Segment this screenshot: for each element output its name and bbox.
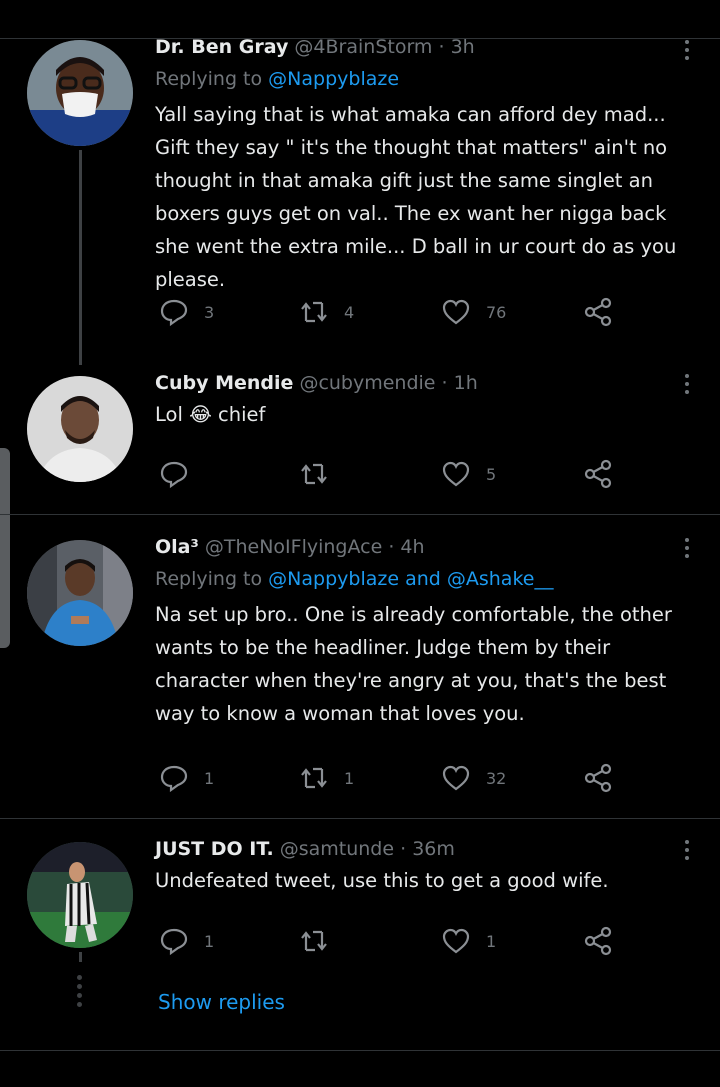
- display-name[interactable]: JUST DO IT.: [155, 838, 274, 860]
- thread-continuation-dots: [77, 975, 83, 1011]
- action-bar: 3 4 76: [158, 294, 628, 330]
- tweet-text: Na set up bro.. One is already comfortab…: [155, 603, 672, 725]
- retweet-icon: [301, 930, 327, 952]
- separator-dot: ·: [438, 36, 445, 58]
- mention-link[interactable]: @Nappyblaze and @Ashake__: [268, 568, 553, 590]
- handle[interactable]: @samtunde: [280, 838, 394, 860]
- retweet-icon: [301, 301, 327, 323]
- reply-button[interactable]: 3: [158, 294, 214, 330]
- share-button[interactable]: [582, 456, 614, 492]
- reply-icon: [160, 461, 188, 489]
- like-count: 76: [486, 302, 507, 322]
- timestamp[interactable]: 4h: [400, 536, 424, 558]
- like-count: 5: [486, 464, 497, 484]
- like-icon: [442, 928, 470, 954]
- action-bar: 1 1: [158, 923, 628, 959]
- more-icon[interactable]: [684, 40, 690, 60]
- retweet-icon: [301, 463, 327, 485]
- show-replies-link[interactable]: Show replies: [158, 990, 285, 1014]
- share-icon: [584, 926, 612, 956]
- like-button[interactable]: 32: [440, 760, 506, 796]
- tweet-header: Dr. Ben Gray @4BrainStorm · 3h: [155, 36, 690, 58]
- separator-dot: ·: [400, 838, 407, 860]
- like-icon: [442, 299, 470, 325]
- share-icon: [584, 459, 612, 489]
- tweet-text: Lol 😂 chief: [155, 403, 266, 426]
- like-icon: [442, 461, 470, 487]
- reply-count: 1: [204, 931, 215, 951]
- reply-count: 3: [204, 302, 215, 322]
- tweet-divider: [0, 1050, 720, 1051]
- avatar[interactable]: [27, 40, 133, 146]
- reply-button[interactable]: 1: [158, 760, 214, 796]
- share-button[interactable]: [582, 294, 614, 330]
- replying-to: Replying to @Nappyblaze and @Ashake__: [155, 568, 690, 590]
- retweet-count: 1: [344, 768, 355, 788]
- edge-scroll-handle[interactable]: [0, 448, 10, 648]
- reply-count: 1: [204, 768, 215, 788]
- separator-dot: ·: [441, 372, 448, 394]
- reply-icon: [160, 765, 188, 793]
- action-bar: 5: [158, 456, 628, 492]
- thread-line: [79, 150, 82, 365]
- timestamp[interactable]: 3h: [451, 36, 475, 58]
- display-name[interactable]: Ola³: [155, 536, 199, 558]
- retweet-button[interactable]: [298, 456, 344, 492]
- retweet-button[interactable]: [298, 923, 344, 959]
- display-name[interactable]: Cuby Mendie: [155, 372, 293, 394]
- more-icon[interactable]: [684, 374, 690, 394]
- retweet-button[interactable]: 4: [298, 294, 354, 330]
- tweet-divider: [0, 514, 720, 515]
- reply-icon: [160, 928, 188, 956]
- avatar[interactable]: [27, 540, 133, 646]
- share-icon: [584, 297, 612, 327]
- replying-label: Replying to: [155, 568, 263, 590]
- more-icon[interactable]: [684, 538, 690, 558]
- replying-to: Replying to @Nappyblaze: [155, 68, 690, 90]
- share-button[interactable]: [582, 760, 614, 796]
- like-icon: [442, 765, 470, 791]
- retweet-icon: [301, 767, 327, 789]
- mention-link[interactable]: @Nappyblaze: [268, 68, 399, 90]
- avatar[interactable]: [27, 842, 133, 948]
- like-button[interactable]: 76: [440, 294, 506, 330]
- like-button[interactable]: 1: [440, 923, 496, 959]
- reply-icon: [160, 299, 188, 327]
- avatar[interactable]: [27, 376, 133, 482]
- like-count: 32: [486, 768, 507, 788]
- replying-label: Replying to: [155, 68, 263, 90]
- tweet-text: Yall saying that is what amaka can affor…: [155, 103, 677, 291]
- handle[interactable]: @TheNoIFlyingAce: [205, 536, 382, 558]
- display-name[interactable]: Dr. Ben Gray: [155, 36, 288, 58]
- timestamp[interactable]: 36m: [412, 838, 455, 860]
- separator-dot: ·: [388, 536, 395, 558]
- thread-line: [79, 952, 82, 962]
- like-count: 1: [486, 931, 497, 951]
- tweet-header: Ola³ @TheNoIFlyingAce · 4h: [155, 536, 690, 558]
- tweet-divider: [0, 818, 720, 819]
- reply-button[interactable]: 1: [158, 923, 214, 959]
- share-icon: [584, 763, 612, 793]
- timestamp[interactable]: 1h: [454, 372, 478, 394]
- retweet-count: 4: [344, 302, 355, 322]
- action-bar: 1 1 32: [158, 760, 628, 796]
- more-icon[interactable]: [684, 840, 690, 860]
- reply-button[interactable]: [158, 456, 204, 492]
- retweet-button[interactable]: 1: [298, 760, 354, 796]
- like-button[interactable]: 5: [440, 456, 496, 492]
- tweet-header: JUST DO IT. @samtunde · 36m: [155, 838, 690, 860]
- tweet-text: Undefeated tweet, use this to get a good…: [155, 869, 609, 892]
- tweet-header: Cuby Mendie @cubymendie · 1h: [155, 372, 690, 394]
- handle[interactable]: @cubymendie: [299, 372, 435, 394]
- handle[interactable]: @4BrainStorm: [294, 36, 432, 58]
- share-button[interactable]: [582, 923, 614, 959]
